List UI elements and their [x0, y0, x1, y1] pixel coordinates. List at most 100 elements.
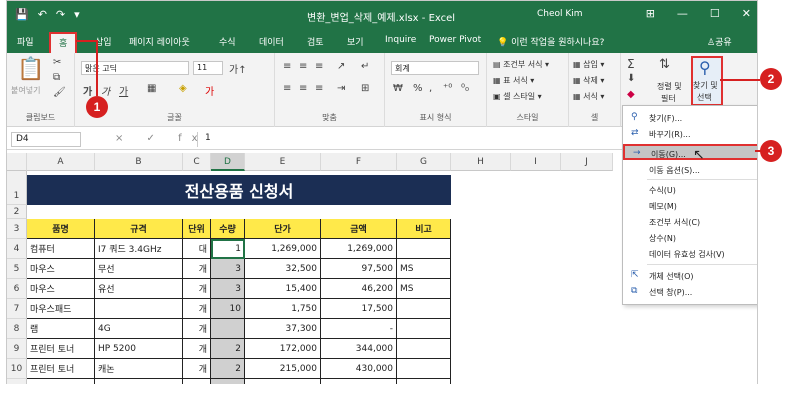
table-cell[interactable]: 10 — [211, 299, 245, 319]
percent-icon[interactable]: % — [413, 83, 423, 94]
table-cell[interactable]: 컴퓨터 — [27, 239, 95, 259]
table-cell[interactable]: 2 — [211, 359, 245, 379]
border-icon[interactable]: ▦ — [147, 83, 156, 94]
maximize-icon[interactable]: ☐ — [710, 7, 720, 20]
header-cell[interactable]: 규격 — [95, 219, 183, 239]
copy-icon[interactable]: ⧉ — [53, 72, 60, 83]
comma-icon[interactable]: , — [429, 83, 432, 94]
tab-review[interactable]: 검토 — [307, 35, 324, 48]
table-cell[interactable]: 1,269,000 — [321, 239, 397, 259]
table-cell[interactable]: 1 — [211, 239, 245, 259]
autosum-icon[interactable]: Σ — [627, 57, 635, 71]
header-cell[interactable]: 금액 — [321, 219, 397, 239]
minimize-icon[interactable]: — — [677, 7, 688, 20]
align-center-icon[interactable]: ≡ — [299, 83, 307, 94]
bold-icon[interactable]: 가 — [83, 83, 92, 98]
col-header-f[interactable]: F — [321, 153, 397, 171]
sort-filter-label-2[interactable]: 필터 — [661, 93, 676, 104]
row-header-3[interactable]: 3 — [7, 219, 27, 239]
col-header-b[interactable]: B — [95, 153, 183, 171]
table-cell[interactable]: 2 — [211, 339, 245, 359]
table-cell[interactable]: 37,300 — [245, 319, 321, 339]
header-cell[interactable]: 단가 — [245, 219, 321, 239]
table-cell[interactable]: 무선 — [95, 259, 183, 279]
formula-buttons[interactable]: × ✓ fx — [115, 133, 208, 144]
paste-icon[interactable]: 📋 — [17, 57, 44, 82]
table-cell[interactable]: MS — [397, 259, 451, 279]
tab-page-layout[interactable]: 페이지 레이아웃 — [129, 35, 190, 48]
table-cell[interactable] — [397, 339, 451, 359]
insert-cells-button[interactable]: ▦ 삽입 ▾ — [573, 59, 604, 70]
orientation-icon[interactable]: ↗ — [337, 61, 345, 72]
align-left-icon[interactable]: ≡ — [283, 83, 291, 94]
formula-input[interactable]: 1 — [205, 133, 211, 143]
header-cell[interactable]: 품명 — [27, 219, 95, 239]
col-header-a[interactable]: A — [27, 153, 95, 171]
delete-cells-button[interactable]: ▦ 삭제 ▾ — [573, 75, 604, 86]
cut-icon[interactable]: ✂ — [53, 57, 61, 68]
table-cell[interactable]: 32,500 — [245, 259, 321, 279]
table-cell[interactable]: 3 — [211, 259, 245, 279]
table-cell[interactable]: 개 — [183, 299, 211, 319]
row-header-8[interactable]: 8 — [7, 319, 27, 339]
tab-formulas[interactable]: 수식 — [219, 35, 236, 48]
table-cell[interactable]: 97,500 — [321, 259, 397, 279]
table-cell[interactable]: 개 — [183, 279, 211, 299]
table-cell[interactable]: 17,500 — [321, 299, 397, 319]
row-header-10[interactable]: 10 — [7, 359, 27, 379]
row-header-7[interactable]: 7 — [7, 299, 27, 319]
table-cell[interactable]: 3 — [211, 279, 245, 299]
table-cell[interactable]: MS — [397, 279, 451, 299]
sheet-title[interactable]: 전산용품 신청서 — [27, 175, 451, 205]
menu-item-selection-pane[interactable]: ⧉ 선택 창(P)... — [623, 284, 757, 300]
header-cell[interactable]: 단위 — [183, 219, 211, 239]
merge-icon[interactable]: ⊞ — [361, 83, 369, 94]
table-cell[interactable]: 개 — [183, 359, 211, 379]
save-icon[interactable]: 💾 — [15, 8, 29, 21]
customize-icon[interactable]: ▾ — [74, 8, 80, 21]
table-cell[interactable] — [397, 299, 451, 319]
table-cell[interactable]: 대 — [183, 239, 211, 259]
table-cell[interactable] — [397, 359, 451, 379]
indent-icon[interactable]: ⇥ — [337, 83, 345, 94]
underline-icon[interactable]: 가 — [119, 83, 128, 98]
table-cell[interactable]: HP 5200 — [95, 339, 183, 359]
menu-item-data-validation[interactable]: 데이터 유효성 검사(V) — [623, 246, 757, 262]
select-all-corner[interactable] — [7, 153, 27, 171]
menu-item-comments[interactable]: 메모(M) — [623, 198, 757, 214]
row-header-5[interactable]: 5 — [7, 259, 27, 279]
row-header-9[interactable]: 9 — [7, 339, 27, 359]
table-cell[interactable] — [211, 319, 245, 339]
share-button[interactable]: ♙공유 — [707, 35, 732, 48]
menu-item-conditional-format[interactable]: 조건부 서식(C) — [623, 214, 757, 230]
table-cell[interactable]: 마우스패드 — [27, 299, 95, 319]
table-cell[interactable]: 46,200 — [321, 279, 397, 299]
sort-filter-label[interactable]: 정렬 및 — [657, 81, 682, 92]
currency-icon[interactable]: ₩ — [393, 83, 403, 94]
row-header-4[interactable]: 4 — [7, 239, 27, 259]
menu-item-select-objects[interactable]: ⇱ 개체 선택(O) — [623, 268, 757, 284]
tab-power-pivot[interactable]: Power Pivot — [429, 35, 481, 45]
tell-me-search[interactable]: 💡 이런 작업을 원하시나요? — [497, 35, 604, 48]
fill-icon[interactable]: ⬇ — [627, 73, 635, 84]
tab-inquire[interactable]: Inquire — [385, 35, 416, 45]
table-cell[interactable]: 개 — [183, 259, 211, 279]
clear-icon[interactable]: ◆ — [627, 89, 635, 100]
cell-style-button[interactable]: ▣ 셀 스타일 ▾ — [493, 91, 542, 102]
format-cells-button[interactable]: ▦ 서식 ▾ — [573, 91, 604, 102]
table-cell[interactable]: 172,000 — [245, 339, 321, 359]
ribbon-display-icon[interactable]: ⊞ — [646, 7, 655, 20]
table-cell[interactable]: 344,000 — [321, 339, 397, 359]
undo-icon[interactable]: ↶ — [38, 8, 47, 21]
format-painter-icon[interactable]: 🖌 — [53, 87, 66, 98]
font-color-icon[interactable]: 가 — [205, 83, 214, 98]
col-header-h[interactable]: H — [451, 153, 511, 171]
align-middle-icon[interactable]: ≡ — [299, 61, 307, 72]
table-cell[interactable]: 4G — [95, 319, 183, 339]
grow-font-icon[interactable]: 가↑ — [229, 61, 247, 76]
table-cell[interactable]: 마우스 — [27, 279, 95, 299]
table-cell[interactable] — [95, 299, 183, 319]
number-format-select[interactable]: 회계 — [391, 61, 479, 75]
header-cell[interactable]: 비고 — [397, 219, 451, 239]
paste-button[interactable]: 붙여넣기 — [11, 85, 40, 96]
